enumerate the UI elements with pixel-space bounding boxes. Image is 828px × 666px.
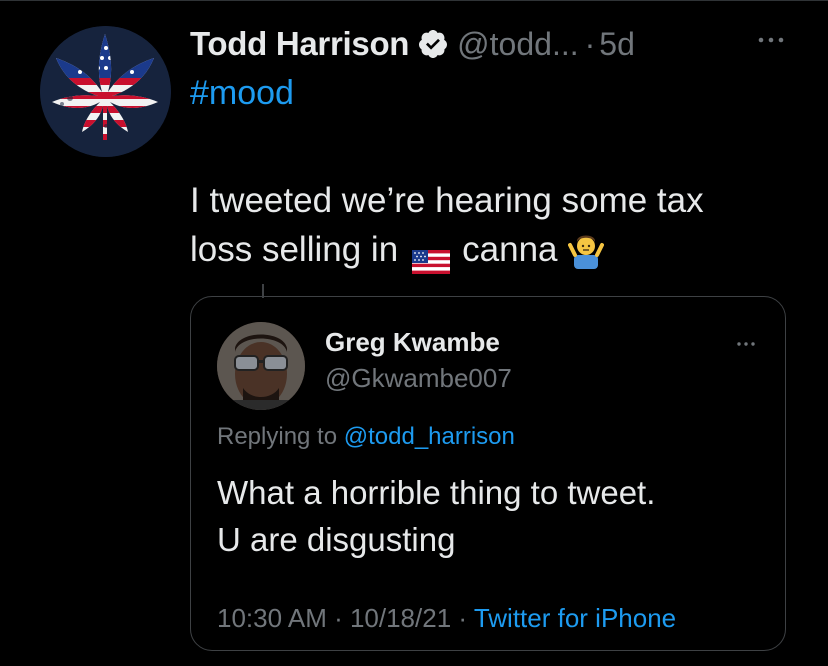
cannabis-leaf-avatar-icon [40,26,171,157]
author-handle[interactable]: @todd... [457,26,578,63]
author-name[interactable]: Todd Harrison [190,25,409,63]
top-divider [0,0,828,1]
tweet-source-link[interactable]: Twitter for iPhone [474,603,676,633]
person-shrugging-icon [567,231,604,269]
quoted-author-name[interactable]: Greg Kwambe [325,327,500,358]
quoted-tweet-card[interactable]: Greg Kwambe @Gkwambe007 Replying to @tod… [190,296,786,651]
tweet-text-line-2: loss selling in canna [190,225,704,274]
replying-to-line: Replying to @todd_harrison [217,423,515,451]
tweet-text-line-1: I tweeted we’re hearing some tax [190,181,704,220]
quoted-text-line-2: U are disgusting [217,521,456,558]
person-photo-icon [217,322,305,410]
tweet-header: Todd Harrison @todd... · 5d [190,22,635,66]
quoted-tweet-timestamp[interactable]: 10:30 AM · 10/18/21 · [217,603,474,633]
author-avatar[interactable] [40,26,171,157]
tweet-text-fragment: loss selling in [190,230,399,269]
quoted-author-handle[interactable]: @Gkwambe007 [325,363,512,394]
more-options-icon[interactable] [756,30,786,50]
replying-to-label: Replying to [217,423,338,450]
separator-dot: · [584,25,596,62]
tweet-timestamp[interactable]: 5d [599,26,635,63]
quoted-tweet-text: What a horrible thing to tweet. U are di… [217,469,777,563]
quoted-author-avatar[interactable] [217,322,305,410]
more-options-icon[interactable] [735,337,757,349]
tweet-text: I tweeted we’re hearing some tax loss se… [190,176,704,274]
tweet-text-fragment: canna [462,230,558,269]
us-flag-icon [412,238,451,274]
quoted-tweet-meta: 10:30 AM · 10/18/21 · Twitter for iPhone [217,603,676,634]
quoted-text-line-1: What a horrible thing to tweet. [217,474,656,511]
verified-badge-icon [417,28,449,60]
mention-link[interactable]: @todd_harrison [344,423,515,450]
hashtag-link[interactable]: #mood [190,74,294,113]
